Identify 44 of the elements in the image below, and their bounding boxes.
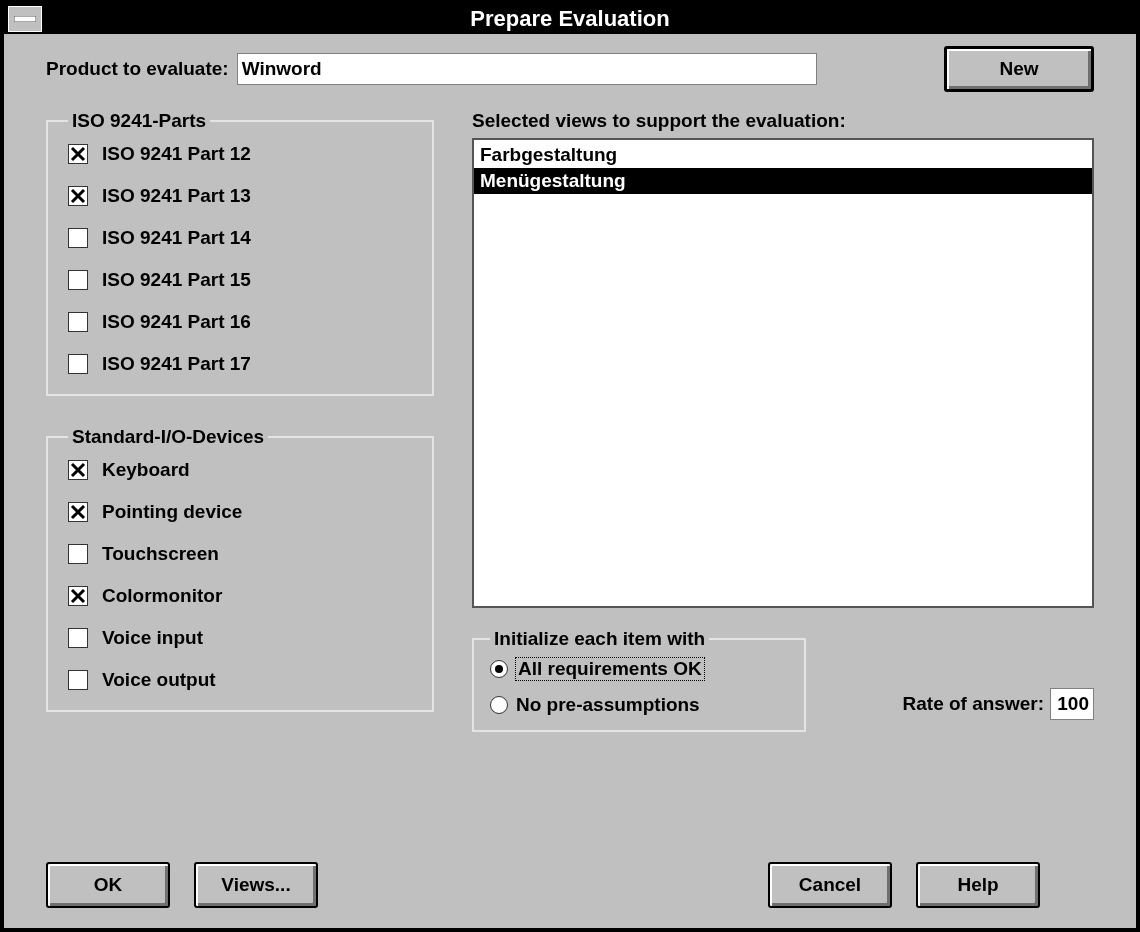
checkbox-label[interactable]: ISO 9241 Part 13 [102,185,251,207]
radio-label[interactable]: All requirements OK [516,658,704,680]
dialog-button[interactable]: Cancel [768,862,892,908]
checkbox-label[interactable]: Voice output [102,669,216,691]
checkbox[interactable] [68,186,88,206]
checkbox[interactable] [68,144,88,164]
checkbox[interactable] [68,460,88,480]
dialog-button[interactable]: Help [916,862,1040,908]
dialog-button[interactable]: Views... [194,862,318,908]
list-item[interactable]: Farbgestaltung [474,142,1092,168]
checkbox-label[interactable]: Pointing device [102,501,243,523]
checkbox-label[interactable]: ISO 9241 Part 12 [102,143,251,165]
checkbox-label[interactable]: ISO 9241 Part 15 [102,269,251,291]
checkbox-label[interactable]: Keyboard [102,459,190,481]
checkbox[interactable] [68,670,88,690]
checkbox[interactable] [68,544,88,564]
checkbox-label[interactable]: Voice input [102,627,203,649]
checkbox[interactable] [68,312,88,332]
group-title: Standard-I/O-Devices [71,426,266,448]
checkbox[interactable] [68,228,88,248]
product-field[interactable]: Winword [236,53,817,85]
checkbox[interactable] [68,586,88,606]
radio-label[interactable]: No pre-assumptions [516,694,700,716]
radio-button[interactable] [490,660,508,678]
checkbox-label[interactable]: Colormonitor [102,585,223,607]
list-item[interactable]: Menügestaltung [474,168,1092,194]
group-title: Initialize each item with [493,628,707,650]
group-title: ISO 9241-Parts [71,110,208,132]
radio-button[interactable] [490,696,508,714]
checkbox-label[interactable]: ISO 9241 Part 17 [102,353,251,375]
field-label: Rate of answer: [902,693,1044,715]
checkbox[interactable] [68,270,88,290]
checkbox[interactable] [68,354,88,374]
rate-field[interactable]: 100 [1050,688,1094,720]
checkbox[interactable] [68,628,88,648]
checkbox-label[interactable]: ISO 9241 Part 14 [102,227,251,249]
dialog-button[interactable]: OK [46,862,170,908]
window-title: Prepare Evaluation [469,6,671,32]
checkbox-label[interactable]: ISO 9241 Part 16 [102,311,251,333]
checkbox-label[interactable]: Touchscreen [102,543,219,565]
list-label: Selected views to support the evaluation: [472,110,847,132]
checkbox[interactable] [68,502,88,522]
field-label: Product to evaluate: [46,58,229,80]
new-button[interactable]: New [944,46,1094,92]
